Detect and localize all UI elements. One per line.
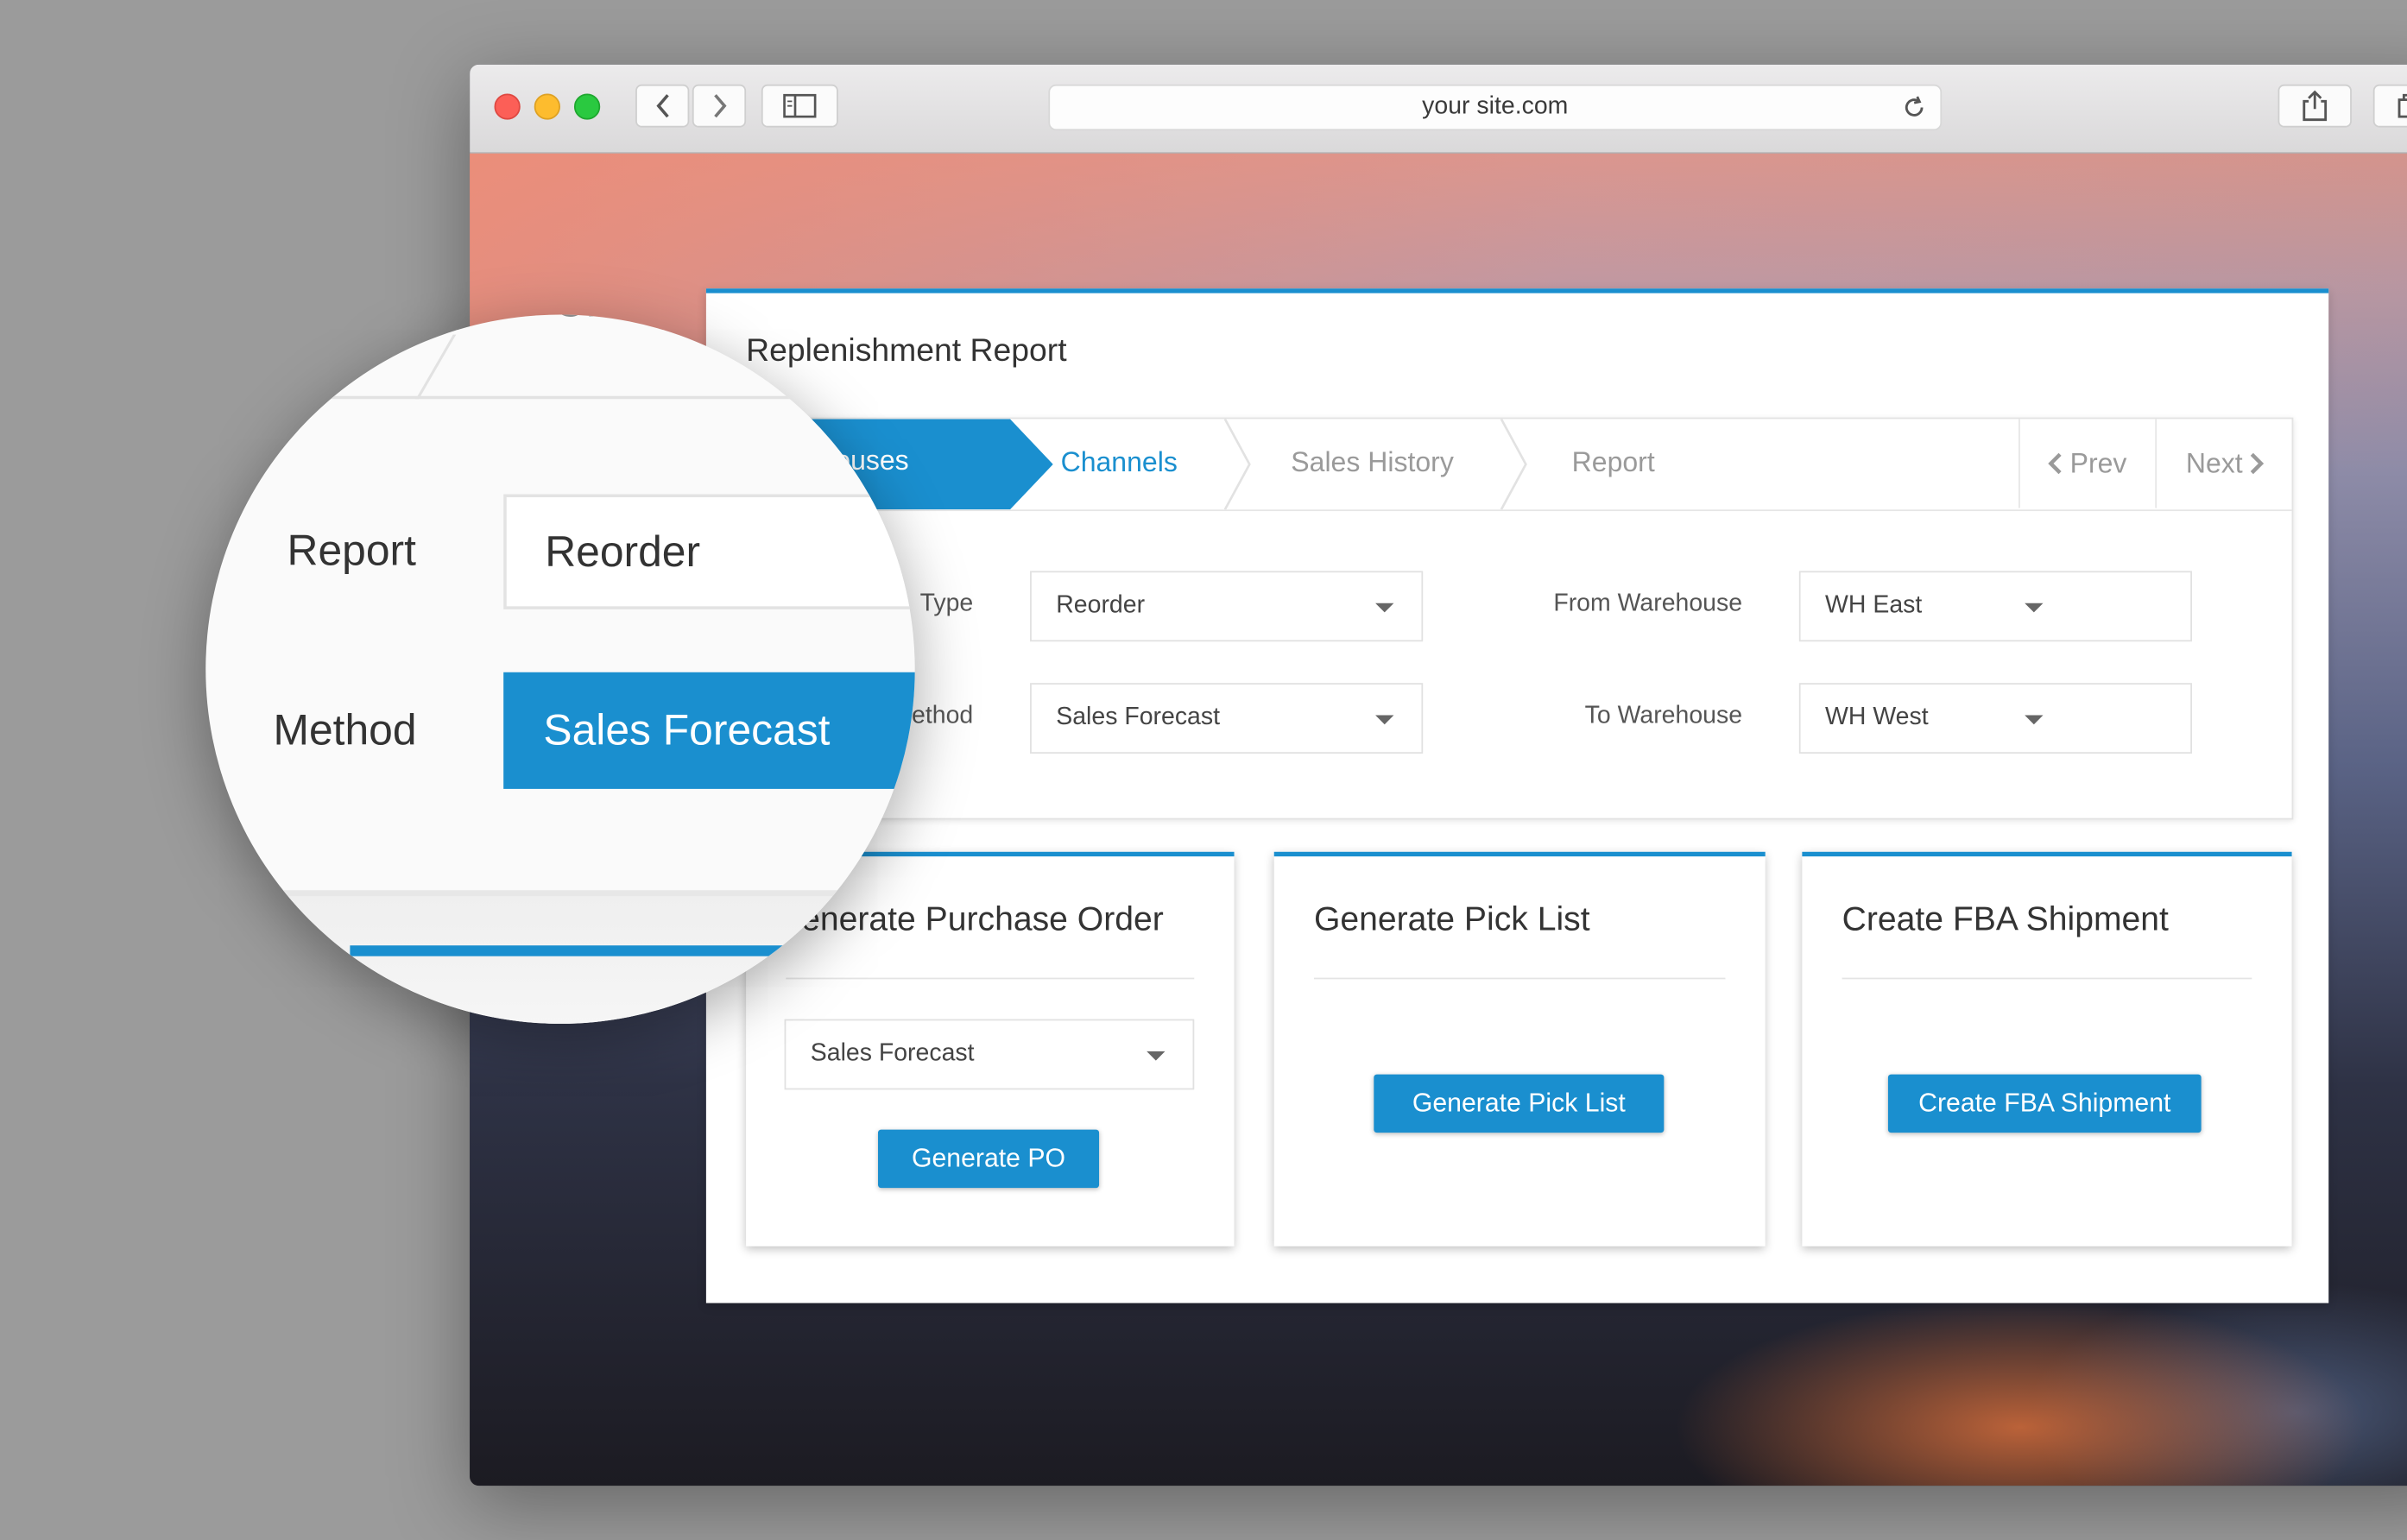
chevron-right-icon <box>713 94 726 118</box>
pick-list-card: Generate Pick List Generate Pick List <box>1273 851 1766 1247</box>
magnified-step-label: Chan <box>553 314 663 328</box>
wizard-step-channels[interactable]: Channels <box>1061 446 1178 478</box>
magnified-report-value: Reorder <box>545 527 701 576</box>
caret-down-icon <box>1375 603 1394 613</box>
pick-list-card-title: Generate Pick List <box>1313 899 1590 938</box>
report-type-value: Reorder <box>1056 592 1146 619</box>
step-separator-icon <box>1223 419 1251 510</box>
to-warehouse-label: To Warehouse <box>1584 703 1743 729</box>
next-button-label: Next <box>2185 447 2243 478</box>
share-icon <box>2303 90 2328 122</box>
wizard-step-sales-history[interactable]: Sales History <box>1291 446 1454 478</box>
divider <box>1313 977 1726 980</box>
magnified-report-label: Report <box>287 526 416 574</box>
from-warehouse-select[interactable]: WH East <box>1798 571 2192 642</box>
step-separator-icon <box>1500 419 1527 510</box>
back-button[interactable] <box>635 84 690 128</box>
wizard-steps: ehouses Channels Sales History Report Pr… <box>746 419 2293 512</box>
close-window-button[interactable] <box>494 93 521 120</box>
address-bar-text: your site.com <box>1422 93 1569 120</box>
chevron-left-icon <box>2049 452 2063 475</box>
magnified-step-separator <box>415 334 457 400</box>
prev-button-label: Prev <box>2069 447 2127 478</box>
wizard-step-report[interactable]: Report <box>1572 446 1655 478</box>
browser-titlebar: your site.com <box>470 64 2407 154</box>
create-fba-shipment-button[interactable]: Create FBA Shipment <box>1887 1074 2202 1133</box>
forward-button[interactable] <box>692 84 747 128</box>
share-button[interactable] <box>2277 84 2352 128</box>
divider <box>1842 977 2252 980</box>
replenishment-panel: Replenishment Report ehouses Channels Sa… <box>705 288 2329 1303</box>
zoom-window-button[interactable] <box>573 93 601 120</box>
from-warehouse-label: From Warehouse <box>1553 590 1743 617</box>
reload-icon[interactable] <box>1902 95 1926 119</box>
to-warehouse-select[interactable]: WH West <box>1798 683 2192 754</box>
prev-button[interactable]: Prev <box>2018 419 2155 508</box>
settings-box: ehouses Channels Sales History Report Pr… <box>744 417 2294 820</box>
next-button[interactable]: Next <box>2155 419 2293 508</box>
stage: your site.com Replenishment Report ehous… <box>0 0 2407 1539</box>
fba-shipment-card: Create FBA Shipment Create FBA Shipment <box>1802 851 2292 1247</box>
caret-down-icon <box>2025 603 2044 613</box>
sidebar-icon <box>783 93 817 118</box>
tabs-button[interactable] <box>2372 84 2407 128</box>
caret-down-icon <box>1147 1051 1166 1061</box>
magnifier-loupe: Chan Report Reorder Method Sales Forecas… <box>205 314 915 1024</box>
caret-down-icon <box>2025 715 2044 725</box>
fba-shipment-card-title: Create FBA Shipment <box>1842 899 2169 938</box>
chevron-right-icon <box>2250 452 2265 475</box>
to-warehouse-value: WH West <box>1825 704 1929 731</box>
po-method-select[interactable]: Sales Forecast <box>784 1019 1195 1090</box>
sidebar-toggle-button[interactable] <box>761 84 838 128</box>
magnified-gap <box>205 896 915 1024</box>
method-value: Sales Forecast <box>1056 704 1221 731</box>
minimize-window-button[interactable] <box>534 93 560 120</box>
chevron-left-icon <box>655 94 668 118</box>
generate-po-button[interactable]: Generate PO <box>878 1129 1100 1189</box>
method-select[interactable]: Sales Forecast <box>1030 683 1424 754</box>
magnified-card-top-border <box>350 945 915 956</box>
magnified-method-option: Sales Forecast <box>503 672 915 789</box>
po-method-value: Sales Forecast <box>810 1040 975 1067</box>
magnified-method-label: Method <box>273 705 417 754</box>
address-bar[interactable]: your site.com <box>1048 84 1943 131</box>
magnifier-content: Chan Report Reorder Method Sales Forecas… <box>205 314 915 1024</box>
from-warehouse-value: WH East <box>1825 592 1923 619</box>
caret-down-icon <box>1375 715 1394 725</box>
magnified-report-field: Reorder <box>503 494 915 609</box>
report-type-select[interactable]: Reorder <box>1030 571 1424 642</box>
tabs-icon <box>2398 93 2407 118</box>
magnified-divider <box>205 395 913 400</box>
magnified-box-edge <box>205 890 915 897</box>
magnified-method-value: Sales Forecast <box>543 705 831 754</box>
generate-pick-list-button[interactable]: Generate Pick List <box>1374 1074 1665 1133</box>
